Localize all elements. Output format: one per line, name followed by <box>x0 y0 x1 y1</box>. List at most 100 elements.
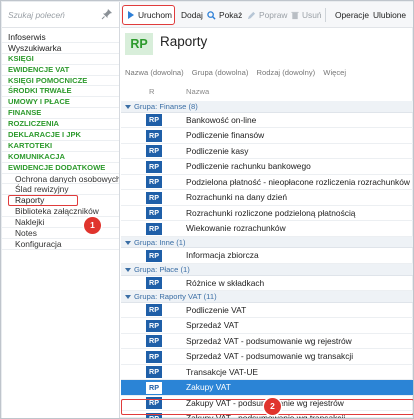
sidebar-item[interactable]: Infoserwis <box>2 32 119 43</box>
report-icon: RP <box>146 129 162 142</box>
group-label: Grupa: Płace <box>134 264 179 274</box>
pencil-icon <box>247 12 256 20</box>
report-name: Wiekowanie rozrachunków <box>186 223 286 234</box>
sidebar: Szukaj poleceń Infoserwis Wyszukiwarka KSI… <box>2 2 120 418</box>
report-icon: RP <box>146 160 162 173</box>
report-icon: RP <box>146 412 162 418</box>
run-button[interactable]: Uruchom <box>122 5 175 25</box>
group-header[interactable]: Grupa: Płace (1) <box>121 263 413 276</box>
group-label: Grupa: Finanse <box>134 102 187 111</box>
table-row[interactable]: RP Informacja zbiorcza <box>121 248 413 264</box>
table-header: R Nazwa <box>121 87 413 99</box>
table-row[interactable]: RP Sprzedaż VAT - podsumowanie wg transak… <box>121 349 413 365</box>
table-row[interactable]: RP Rozrachunki rozliczone podzieloną płat… <box>121 206 413 222</box>
command-search[interactable]: Szukaj poleceń <box>2 2 119 28</box>
run-button-label: Uruchom <box>138 10 172 20</box>
table-row[interactable]: RP Zakupy VAT <box>121 380 413 396</box>
reports-table: Grupa: Finanse (8) RP Bankowość on-line RP P… <box>121 101 413 418</box>
report-name: Podliczenie kasy <box>186 145 249 156</box>
report-name: Sprzedaż VAT <box>186 320 239 331</box>
trash-icon <box>291 12 299 20</box>
collapse-arrow-icon[interactable] <box>125 105 131 109</box>
play-icon <box>128 11 134 19</box>
sidebar-item[interactable]: Naklejki <box>2 217 119 229</box>
favorites-menu[interactable]: Ulubione <box>373 2 406 28</box>
report-name: Podliczenie finansów <box>186 130 265 141</box>
filter-name[interactable]: Nazwa (dowolna) <box>125 68 184 77</box>
filter-type[interactable]: Rodzaj (dowolny) <box>256 68 315 77</box>
group-count: (1) <box>176 237 186 247</box>
report-name: Sprzedaż VAT - podsumowanie wg transakcj… <box>186 351 354 362</box>
group-header[interactable]: Grupa: Inne (1) <box>121 236 413 249</box>
column-header-name[interactable]: Nazwa <box>186 87 209 96</box>
report-icon: RP <box>146 366 162 379</box>
table-row[interactable]: RP Podliczenie kasy <box>121 144 413 160</box>
sidebar-item[interactable]: DEKLARACJE I JPK <box>2 130 119 141</box>
report-name: Różnice w składkach <box>186 277 265 288</box>
sidebar-item[interactable]: ŚRODKI TRWAŁE <box>2 86 119 98</box>
table-row[interactable]: RP Podliczenie VAT <box>121 303 413 319</box>
table-row[interactable]: RP Sprzedaż VAT <box>121 318 413 334</box>
table-row[interactable]: RP Podliczenie rachunku bankowego <box>121 159 413 175</box>
sidebar-item[interactable]: UMOWY I PŁACE <box>2 97 119 109</box>
report-icon: RP <box>146 277 162 290</box>
sidebar-item[interactable]: EWIDENCJE DODATKOWE <box>2 163 119 174</box>
report-icon: RP <box>146 350 162 363</box>
report-name: Podliczenie rachunku bankowego <box>186 161 311 172</box>
table-row[interactable]: RP Podliczenie finansów <box>121 128 413 144</box>
app-window: Szukaj poleceń Infoserwis Wyszukiwarka KSI… <box>0 0 414 419</box>
favorites-menu-label: Ulubione <box>373 10 407 20</box>
table-row[interactable]: RP Podzielona płatność - nieopłacone rozl… <box>121 175 413 191</box>
group-label: Grupa: Inne <box>134 237 175 247</box>
show-button[interactable]: Pokaż <box>207 2 242 28</box>
edit-button[interactable]: Popraw <box>247 2 287 28</box>
collapse-arrow-icon[interactable] <box>125 295 131 300</box>
collapse-arrow-icon[interactable] <box>125 240 131 245</box>
pin-icon[interactable] <box>101 8 113 20</box>
sidebar-nav: Infoserwis Wyszukiwarka KSIĘGI EWIDENCJE VA… <box>2 32 119 250</box>
delete-button-label: Usuń <box>302 10 322 20</box>
group-header[interactable]: Grupa: Raporty VAT (11) <box>121 291 413 303</box>
filter-more[interactable]: Więcej <box>323 68 346 77</box>
sidebar-item[interactable]: KSIĘGI <box>2 54 119 65</box>
report-icon: RP <box>146 319 162 332</box>
delete-button[interactable]: Usuń <box>291 2 322 28</box>
search-input[interactable]: Szukaj poleceń <box>8 10 65 20</box>
reports-module-logo: RP <box>125 33 153 55</box>
report-icon: RP <box>146 381 162 394</box>
table-row[interactable]: RP Różnice w składkach <box>121 276 413 292</box>
sidebar-item[interactable]: Ślad rewizyjny <box>2 184 119 196</box>
column-header-r[interactable]: R <box>149 87 154 96</box>
sidebar-item[interactable]: Notes <box>2 228 119 239</box>
sidebar-item[interactable]: FINANSE <box>2 108 119 120</box>
report-icon: RP <box>146 222 162 235</box>
edit-button-label: Popraw <box>259 10 288 20</box>
toolbar-divider <box>325 8 326 22</box>
group-header[interactable]: Grupa: Finanse (8) <box>121 101 413 113</box>
group-count: (1) <box>180 264 190 274</box>
add-button[interactable]: Dodaj <box>181 2 203 28</box>
search-icon <box>207 11 216 20</box>
report-name: Zakupy VAT <box>186 382 231 393</box>
sidebar-item[interactable]: Biblioteka załączników <box>2 206 119 218</box>
sidebar-item[interactable]: Ochrona danych osobowych <box>2 174 119 185</box>
sidebar-item[interactable]: KARTOTEKI <box>2 141 119 152</box>
table-row[interactable]: RP Wiekowanie rozrachunków <box>121 221 413 237</box>
table-row[interactable]: RP Bankowość on-line <box>121 113 413 129</box>
sidebar-item[interactable]: Raporty <box>8 195 78 207</box>
report-name: Podzielona płatność - nieopłacone rozlic… <box>186 176 410 187</box>
table-row[interactable]: RP Sprzedaż VAT - podsumowanie wg rejestr… <box>121 334 413 350</box>
sidebar-item[interactable]: KSIĘGI POMOCNICZE <box>2 76 119 87</box>
sidebar-item[interactable]: Wyszukiwarka <box>2 43 119 54</box>
sidebar-item[interactable]: EWIDENCJE VAT <box>2 65 119 76</box>
collapse-arrow-icon[interactable] <box>125 267 131 272</box>
sidebar-item[interactable]: ROZLICZENIA <box>2 119 119 131</box>
table-row[interactable]: RP Transakcje VAT-UE <box>121 365 413 381</box>
sidebar-item[interactable]: KOMUNIKACJA <box>2 152 119 163</box>
sidebar-item[interactable]: Konfiguracja <box>2 239 119 250</box>
filter-group[interactable]: Grupa (dowolna) <box>192 68 249 77</box>
group-label: Grupa: Raporty VAT <box>134 292 202 302</box>
operations-menu[interactable]: Operacje <box>335 2 369 28</box>
table-row[interactable]: RP Rozrachunki na dany dzień <box>121 190 413 206</box>
show-button-label: Pokaż <box>219 10 243 20</box>
